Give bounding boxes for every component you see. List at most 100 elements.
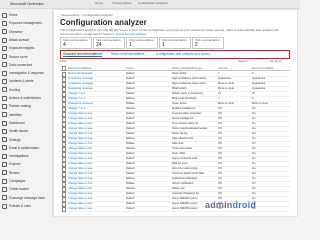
cell-recommended: Quarantine	[252, 82, 266, 85]
toolbar: Filter Search 24 items	[60, 59, 288, 64]
cell-recommendation[interactable]: Change false to true	[68, 137, 124, 140]
cell-policy: Default	[126, 167, 135, 170]
cell-recommendation[interactable]: Change false to true	[68, 172, 124, 175]
sidebar-item[interactable]: Investigation & response	[2, 70, 50, 76]
cell-recommendation[interactable]: Change false to true	[68, 142, 124, 145]
sidebar-item[interactable]: Dashboard	[2, 120, 50, 126]
summary-card[interactable]: Total recommendations 1	[159, 37, 191, 49]
cell-recommendation[interactable]: Change false to true	[68, 152, 124, 155]
cell-policy: Default	[126, 152, 135, 155]
cell-recommended: 6	[252, 72, 254, 75]
tab-drift-analysis[interactable]: Configuration drift analysis and history	[156, 52, 210, 56]
cell-recommendation[interactable]: Change false to true	[68, 192, 124, 195]
cell-recommended: On	[252, 142, 256, 145]
cell-recommendation[interactable]: Change Y to 5	[68, 92, 124, 95]
sidebar-item[interactable]: Identities	[2, 112, 50, 118]
cell-recommendation[interactable]: Change false to true	[68, 177, 124, 180]
cell-recommendation[interactable]: Quarantine message	[68, 87, 124, 90]
breadcrumb[interactable]: Threat policies > Configuration analyzer	[60, 13, 113, 17]
summary-card[interactable]: Total recommendations 2	[192, 37, 224, 49]
gear-icon	[2, 137, 7, 143]
sidebar-item[interactable]: Hunting	[2, 87, 50, 93]
cell-current: Off	[218, 192, 222, 195]
nav-tab[interactable]: Home	[95, 1, 103, 5]
sidebar-item[interactable]: Campaigns	[2, 178, 50, 184]
cell-recommendation[interactable]: Change false to true	[68, 122, 124, 125]
cell-setting-type: Bulk email threshold	[172, 97, 197, 100]
sidebar-item-label: Explorer	[9, 162, 21, 167]
col-current[interactable]: Current	[218, 66, 227, 70]
sidebar-item-label: Dashboard	[9, 120, 25, 125]
cell-recommendation[interactable]: Change false to true	[68, 157, 124, 160]
cell-recommendation[interactable]: Change false to true	[68, 182, 124, 185]
sidebar-item[interactable]: Settings	[2, 137, 50, 143]
filter-button[interactable]: Filter	[60, 59, 67, 63]
tab-strict[interactable]: Strict recommendations	[111, 52, 144, 56]
cell-recommendation[interactable]: Change false to true	[68, 207, 124, 210]
col-policy[interactable]: Policy	[126, 66, 133, 70]
cell-recommendation[interactable]: Change false to true	[68, 167, 124, 170]
col-setting-type[interactable]: Policy group/setting type	[172, 66, 202, 70]
cell-recommendation[interactable]: Change false to true	[68, 112, 124, 115]
cell-recommendation[interactable]: Quarantine message	[68, 82, 124, 85]
cell-recommendation[interactable]: Change false to true	[68, 147, 124, 150]
cell-recommendation[interactable]: Change false to true	[68, 197, 124, 200]
select-all-checkbox[interactable]	[62, 66, 67, 71]
summary-card[interactable]: Total recommendations 24	[93, 37, 125, 49]
card-value: 2	[195, 42, 198, 48]
cell-policy: Default	[126, 92, 135, 95]
sidebar-item[interactable]: Attack surface	[2, 37, 50, 43]
summary-card[interactable]: Total recommendations 1	[126, 37, 158, 49]
sidebar-item[interactable]: Email & collaboration	[2, 145, 50, 151]
title-bar: Microsoft Defender Home Threat policies …	[0, 0, 300, 9]
sidebar-item[interactable]: Health issues	[2, 128, 50, 134]
preset-policies-link[interactable]: preset security policies	[116, 32, 146, 36]
person-icon	[2, 112, 7, 118]
cell-recommendation[interactable]: Change Y to 1	[68, 97, 124, 100]
sidebar-item[interactable]: Secure score	[2, 54, 50, 60]
cell-recommendation[interactable]: Bulk email threshold	[68, 72, 124, 75]
cell-setting-type: Admin notification	[172, 182, 194, 185]
cell-setting-type: Zero-hour auto purge	[172, 167, 198, 170]
sidebar-item[interactable]: Policies & rules	[2, 203, 50, 209]
sidebar-item[interactable]: Exposure insights	[2, 45, 50, 51]
search-icon	[2, 70, 7, 76]
cell-current: Quarantine	[218, 77, 232, 80]
search-input[interactable]: Search	[238, 59, 248, 63]
sidebar-item[interactable]: Actions & submissions	[2, 95, 50, 101]
sidebar-item[interactable]: Data connectors	[2, 62, 50, 68]
cell-recommended: On	[252, 152, 256, 155]
sidebar-item[interactable]: Partner catalog	[2, 103, 50, 109]
summary-card[interactable]: Total recommendations 4	[60, 37, 92, 49]
sidebar-item[interactable]: Exchange message trace	[2, 195, 50, 201]
sidebar-item[interactable]: Review	[2, 170, 50, 176]
sidebar-item[interactable]: Threat tracker	[2, 186, 50, 192]
nav-tab[interactable]: Threat policies	[112, 1, 132, 5]
cell-recommendation[interactable]: Change false to true	[68, 117, 124, 120]
cell-recommendation[interactable]: Change false to true	[68, 132, 124, 135]
sidebar-item[interactable]: Exposure management	[2, 20, 50, 26]
cell-recommended: Move to Junk	[252, 102, 268, 105]
cell-recommendation[interactable]: Quarantine message	[68, 102, 124, 105]
sidebar-item[interactable]: Overview	[2, 29, 50, 35]
col-recommendation[interactable]: Recommendation	[252, 66, 274, 70]
cell-current: Off	[218, 122, 222, 125]
nav-tab[interactable]: Configuration analyzer	[138, 1, 168, 5]
sidebar-item[interactable]: Investigations	[2, 153, 50, 159]
tab-standard[interactable]: Standard recommendations	[63, 52, 103, 57]
cell-policy: Default	[126, 202, 135, 205]
cell-recommendation[interactable]: Quarantine message	[68, 77, 124, 80]
cell-setting-type: Safe attachments	[172, 137, 193, 140]
compass-icon	[2, 162, 7, 168]
cell-recommendation[interactable]: Change false to true	[68, 127, 124, 130]
cell-recommendation[interactable]: Change false to true	[68, 202, 124, 205]
cell-recommendation[interactable]: Change Y to 1	[68, 107, 124, 110]
cell-setting-type: Show via tag	[172, 132, 188, 135]
cell-recommendation[interactable]: Change false to true	[68, 162, 124, 165]
sidebar-item[interactable]: Incidents & alerts	[2, 78, 50, 85]
row-checkbox[interactable]	[62, 207, 67, 212]
col-recommendations[interactable]: Recommendations	[68, 66, 91, 70]
sidebar-item[interactable]: Explorer	[2, 161, 50, 168]
cell-recommendation[interactable]: Change false to true	[68, 187, 124, 190]
sidebar-item[interactable]: Home	[2, 12, 50, 18]
